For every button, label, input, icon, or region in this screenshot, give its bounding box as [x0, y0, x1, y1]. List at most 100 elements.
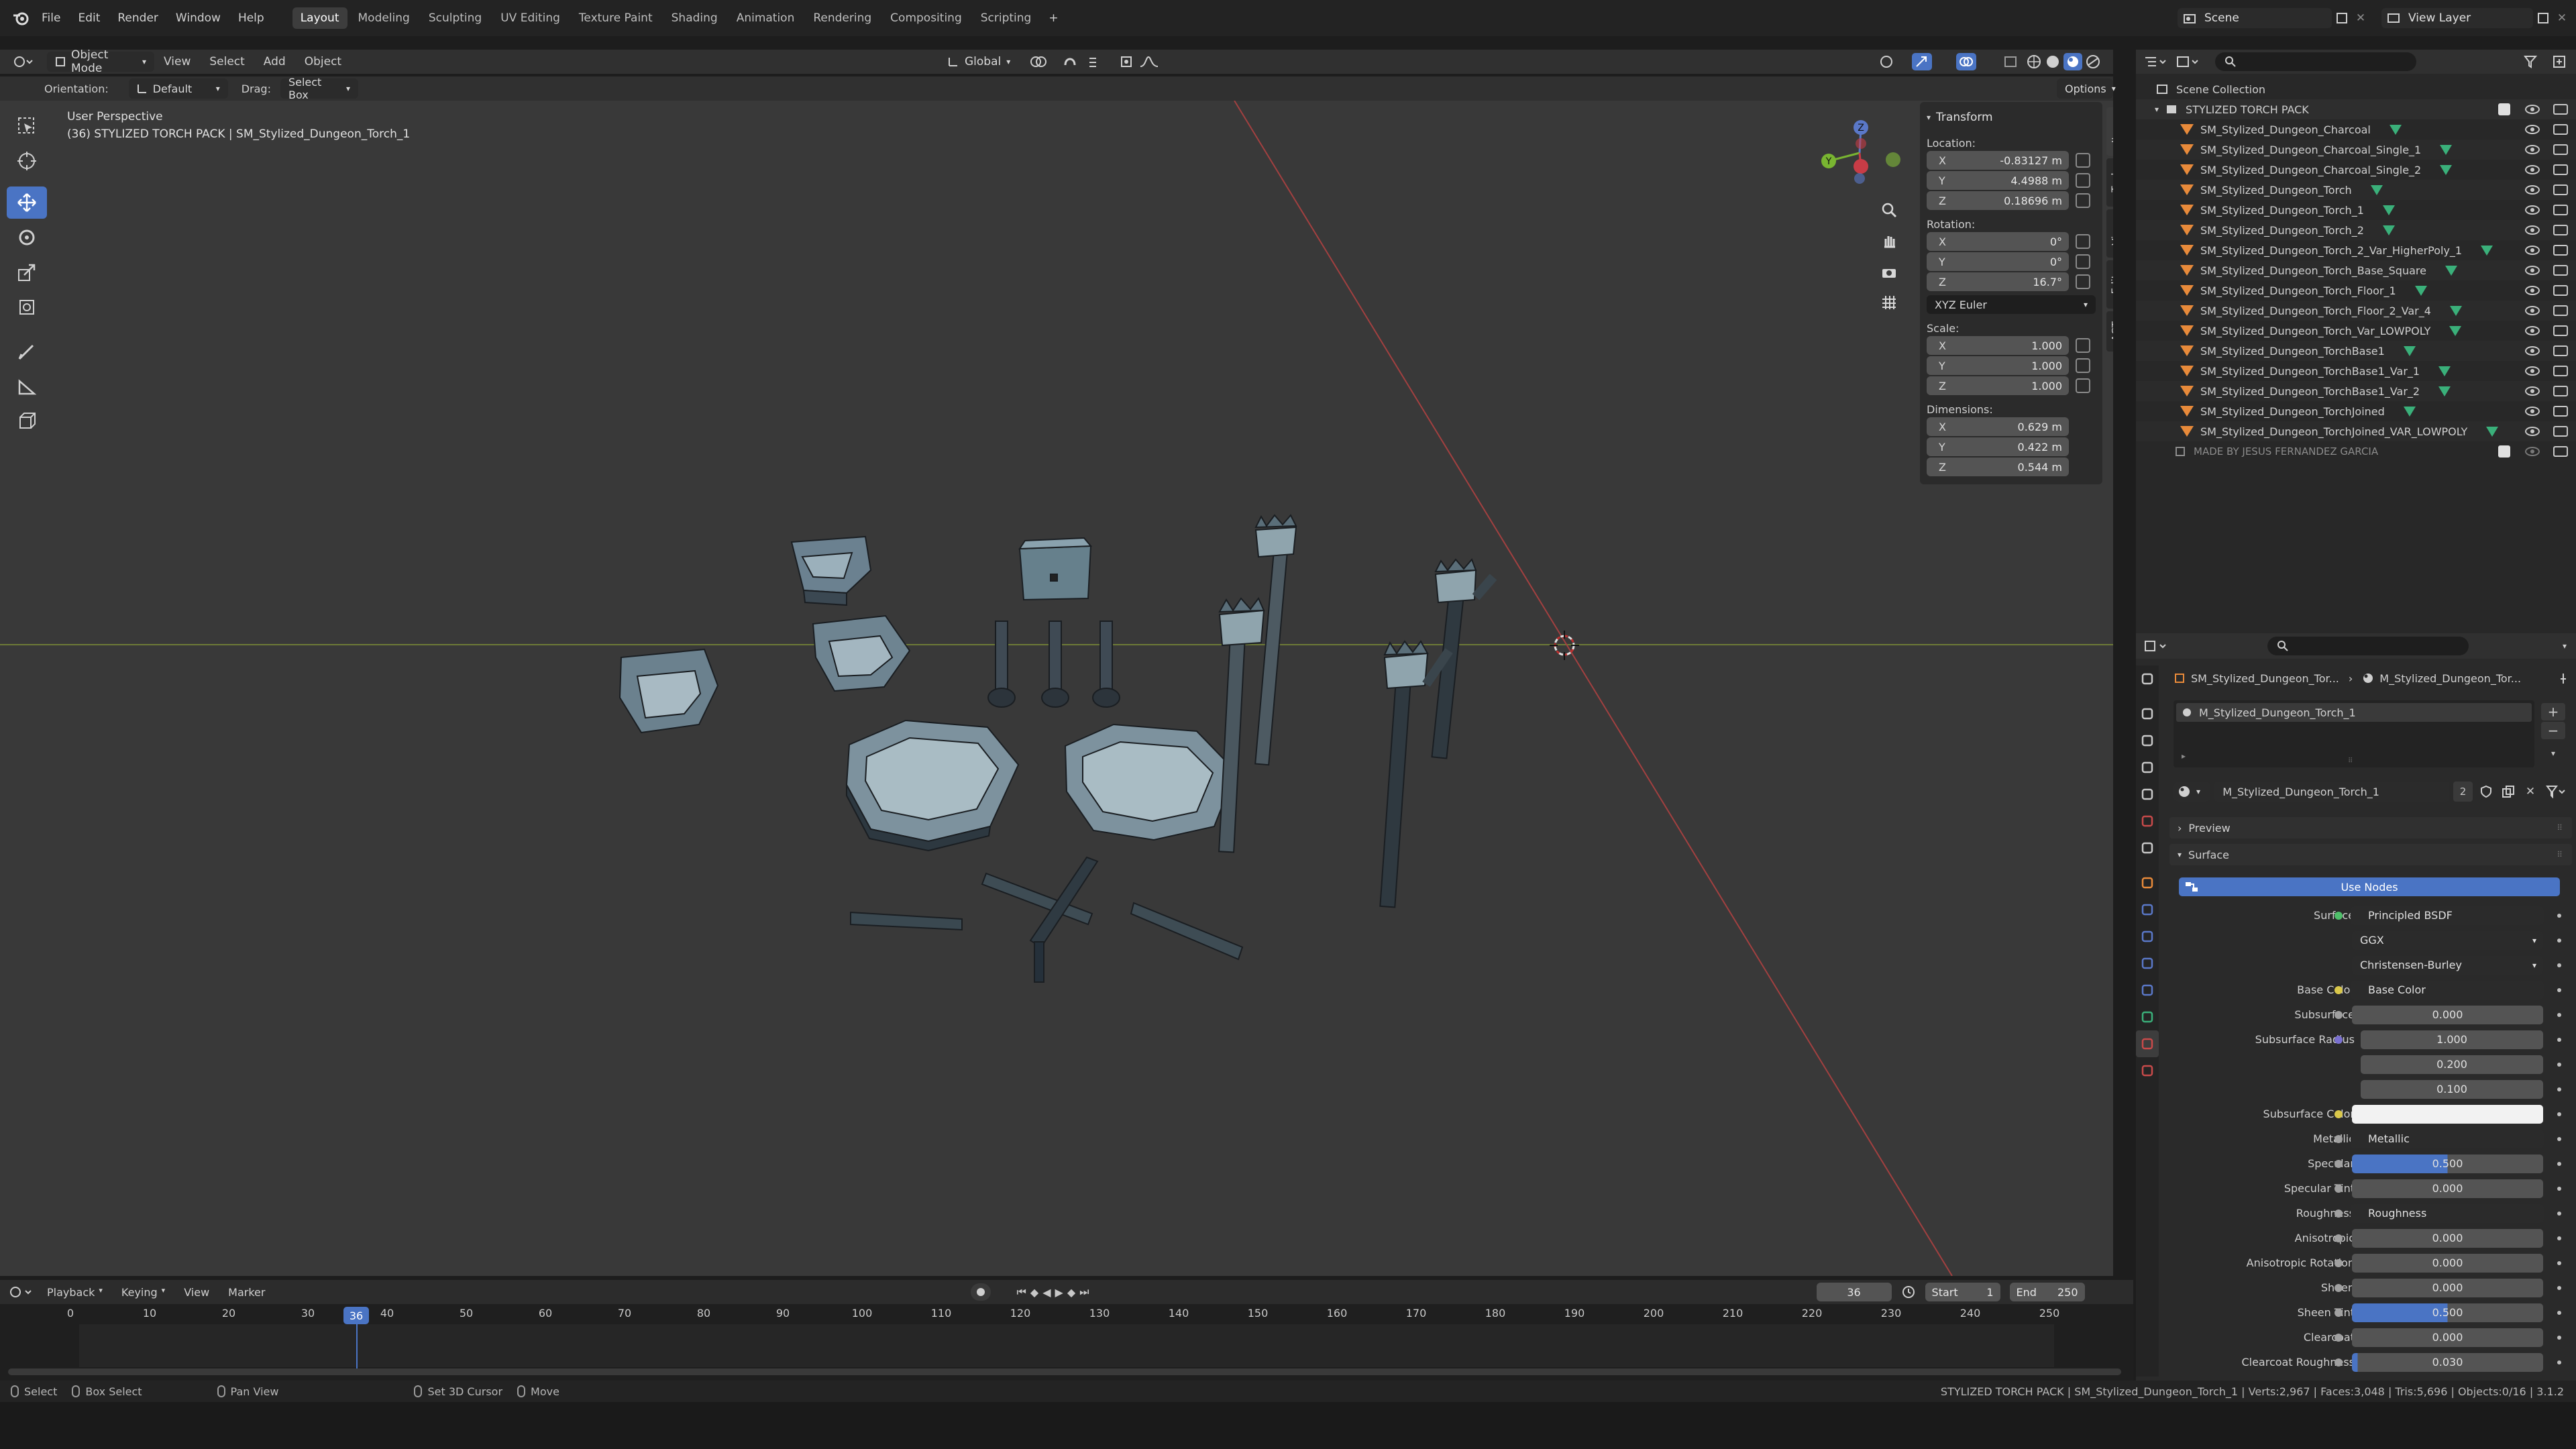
view-layer-selector[interactable]: View Layer	[2381, 8, 2533, 28]
socket-dot-icon[interactable]	[2334, 985, 2343, 994]
visibility-eye-icon[interactable]	[2525, 386, 2540, 396]
value-slider[interactable]: 1.000	[2361, 1030, 2543, 1049]
visibility-eye-icon[interactable]	[2525, 246, 2540, 255]
value-slider[interactable]: 0.200	[2361, 1055, 2543, 1074]
render-camera-icon[interactable]	[2553, 184, 2568, 195]
charcoal-bowl-1[interactable]	[845, 719, 1020, 852]
timeline-menu-view[interactable]: View	[178, 1286, 215, 1299]
display-mode-icon[interactable]	[2176, 55, 2199, 68]
outliner-root-row[interactable]: Scene Collection	[2136, 79, 2576, 99]
lock-icon[interactable]	[2076, 358, 2090, 373]
outliner-item[interactable]: SM_Stylized_Dungeon_Charcoal_Single_1	[2136, 140, 2576, 160]
menu-file[interactable]: File	[42, 11, 60, 25]
properties-search-input[interactable]	[2267, 637, 2469, 655]
render-camera-icon[interactable]	[2553, 265, 2568, 276]
socket-dot-icon[interactable]	[2334, 1035, 2343, 1044]
gizmo-view-icon[interactable]	[1878, 54, 1898, 69]
value-slider[interactable]: 0.000	[2352, 1328, 2543, 1347]
new-scene-icon[interactable]	[2333, 9, 2351, 27]
material-name-field[interactable]: M_Stylized_Dungeon_Torch_1	[2214, 782, 2449, 802]
properties-tab-tool-icon[interactable]	[2136, 665, 2159, 692]
duplicate-material-icon[interactable]	[2500, 785, 2518, 798]
value-slider[interactable]: 0.100	[2361, 1079, 2543, 1099]
outliner-item[interactable]: SM_Stylized_Dungeon_Charcoal_Single_2	[2136, 160, 2576, 180]
rotation-mode-dropdown[interactable]: XYZ Euler ▾	[1927, 295, 2096, 314]
keyframe-dot-icon[interactable]	[2557, 1260, 2561, 1265]
viewport-menu-select[interactable]: Select	[209, 55, 244, 68]
show-gizmo-icon[interactable]	[1912, 53, 1932, 70]
visibility-eye-icon[interactable]	[2525, 286, 2540, 295]
keyframe-dot-icon[interactable]	[2557, 1285, 2561, 1290]
socket-dot-icon[interactable]	[2334, 1010, 2343, 1019]
value-slider[interactable]: 0.000	[2352, 1179, 2543, 1198]
dimensions-x-field[interactable]: X 0.629 m	[1927, 417, 2069, 436]
torch-base-square-1[interactable]	[790, 535, 872, 606]
socket-dot-icon[interactable]	[2334, 1184, 2343, 1193]
scale-y-field[interactable]: Y 1.000	[1927, 356, 2069, 375]
snap-icon[interactable]	[1063, 54, 1083, 69]
keyframe-dot-icon[interactable]	[2557, 938, 2561, 943]
play-reverse-icon[interactable]: ◀	[1042, 1286, 1051, 1299]
timeline-menu-playback[interactable]: Playback ▾	[42, 1286, 108, 1299]
outliner-editor-icon[interactable]	[2144, 55, 2167, 68]
material-dropdown[interactable]: GGX ▾	[2352, 930, 2543, 950]
linked-input[interactable]: Roughness	[2351, 1203, 2544, 1223]
falloff-icon[interactable]	[1139, 54, 1159, 69]
scale-x-field[interactable]: X 1.000	[1927, 336, 2069, 355]
jump-end-icon[interactable]: ⏭	[1079, 1285, 1089, 1299]
outliner-collection-row[interactable]: ▾ STYLIZED TORCH PACK	[2136, 99, 2576, 119]
auto-keying-record-icon[interactable]	[971, 1283, 991, 1301]
properties-editor-icon[interactable]	[2144, 639, 2167, 653]
pivot-point-icon[interactable]	[1029, 54, 1049, 69]
xray-icon[interactable]	[2003, 54, 2019, 69]
list-grip-icon[interactable]: ⠿	[2348, 757, 2353, 765]
overlay-toggle-icon[interactable]	[1956, 53, 1976, 70]
menu-help[interactable]: Help	[238, 11, 264, 25]
list-resize-handle[interactable]: ▸	[2182, 751, 2186, 761]
visibility-eye-icon[interactable]	[2525, 105, 2540, 114]
visibility-eye-icon[interactable]	[2525, 145, 2540, 154]
location-z-field[interactable]: Z 0.18696 m	[1927, 191, 2069, 210]
properties-tab-collection-icon[interactable]	[2136, 835, 2159, 861]
add-workspace-button[interactable]: +	[1042, 11, 1065, 25]
material-slot-item[interactable]: M_Stylized_Dungeon_Torch_1	[2176, 703, 2532, 722]
keyframe-dot-icon[interactable]	[2557, 1161, 2561, 1166]
render-camera-icon[interactable]	[2553, 426, 2568, 437]
use-nodes-button[interactable]: Use Nodes	[2179, 877, 2560, 896]
tab-sculpting[interactable]: Sculpting	[421, 7, 490, 29]
jump-keyframe-forward-icon[interactable]: ◆	[1067, 1286, 1075, 1299]
socket-dot-icon[interactable]	[2334, 1134, 2343, 1143]
keyframe-dot-icon[interactable]	[2557, 913, 2561, 918]
visibility-eye-icon[interactable]	[2525, 346, 2540, 356]
visibility-eye-icon[interactable]	[2525, 205, 2540, 215]
visibility-eye-icon[interactable]	[2525, 306, 2540, 315]
start-frame-field[interactable]: Start 1	[1925, 1283, 2000, 1301]
render-camera-icon[interactable]	[2553, 386, 2568, 396]
visibility-eye-icon[interactable]	[2525, 447, 2540, 456]
pin-icon[interactable]	[2557, 672, 2569, 684]
color-swatch[interactable]	[2352, 1104, 2543, 1124]
snap-target-icon[interactable]	[1087, 54, 1110, 69]
lock-icon[interactable]	[2076, 153, 2090, 168]
unlink-material-icon[interactable]: ✕	[2522, 785, 2539, 798]
charcoal-sticks[interactable]	[850, 856, 1244, 983]
keyframe-dot-icon[interactable]	[2557, 1335, 2561, 1340]
menu-window[interactable]: Window	[176, 11, 221, 25]
location-x-field[interactable]: X -0.83127 m	[1927, 151, 2069, 170]
shading-wireframe-icon[interactable]	[2026, 54, 2042, 69]
render-camera-icon[interactable]	[2553, 144, 2568, 155]
socket-dot-icon[interactable]	[2334, 911, 2343, 920]
sidebar-tab-tool[interactable]: Tool	[2106, 158, 2113, 207]
visibility-eye-icon[interactable]	[2525, 225, 2540, 235]
visibility-eye-icon[interactable]	[2525, 407, 2540, 416]
rotation-z-field[interactable]: Z 16.7°	[1927, 272, 2069, 291]
outliner-item[interactable]: SM_Stylized_Dungeon_TorchBase1	[2136, 341, 2576, 361]
keyframe-dot-icon[interactable]	[2557, 1236, 2561, 1240]
shading-solid-icon[interactable]	[2045, 54, 2061, 69]
shading-material-icon[interactable]	[2063, 53, 2082, 70]
jump-start-icon[interactable]: ⏮	[1016, 1285, 1026, 1299]
tab-animation[interactable]: Animation	[729, 7, 803, 29]
socket-dot-icon[interactable]	[2334, 1308, 2343, 1317]
torch-base-square-4[interactable]	[619, 648, 719, 734]
outliner-item[interactable]: SM_Stylized_Dungeon_Torch_Floor_1	[2136, 280, 2576, 301]
